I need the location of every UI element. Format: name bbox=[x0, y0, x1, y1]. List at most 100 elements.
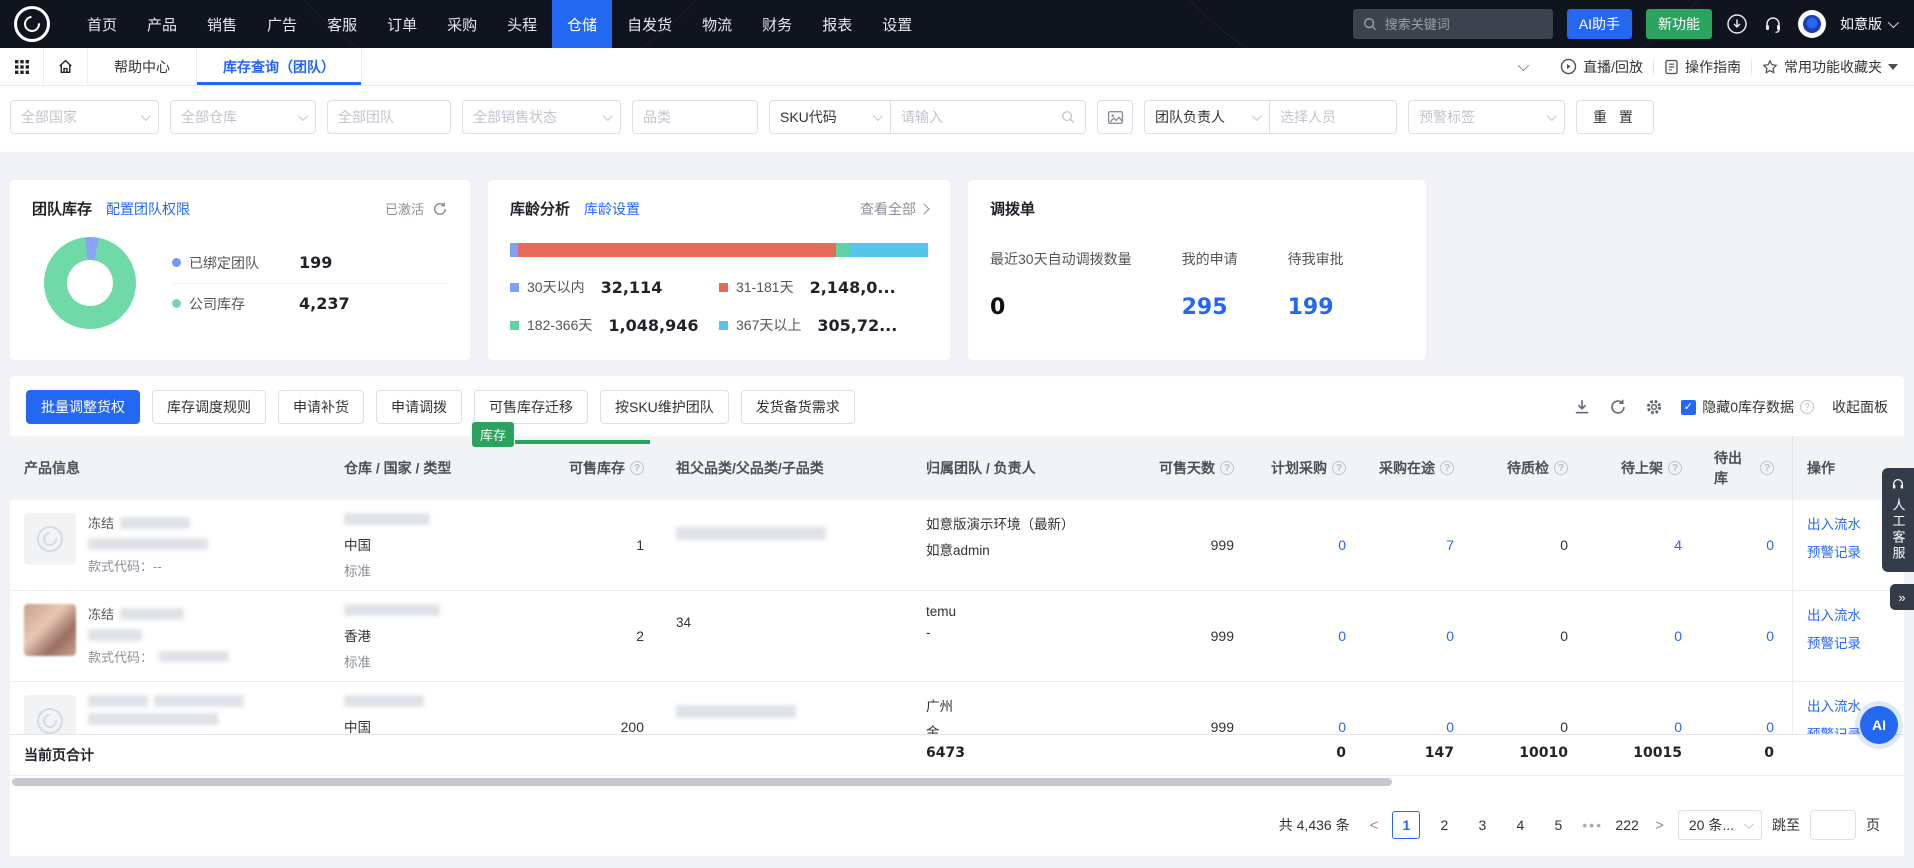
leader-type-select[interactable]: 团队负责人 bbox=[1144, 100, 1270, 134]
request-transfer-button[interactable]: 申请调拨 bbox=[376, 390, 462, 424]
pending-approval-stat[interactable]: 待我审批 199 bbox=[1288, 249, 1344, 320]
page-size-select[interactable]: 20 条... bbox=[1678, 810, 1762, 840]
nav-item-selfship[interactable]: 自发货 bbox=[612, 0, 687, 48]
my-applications-stat[interactable]: 我的申请 295 bbox=[1182, 249, 1238, 320]
stock-dispatch-rules-button[interactable]: 库存调度规则 bbox=[152, 390, 266, 424]
pending-outbound-link[interactable]: 0 bbox=[1700, 682, 1792, 734]
pending-shelve-link[interactable]: 4 bbox=[1586, 500, 1700, 590]
image-search-button[interactable] bbox=[1097, 100, 1133, 134]
ai-floating-button[interactable]: AI bbox=[1860, 706, 1898, 744]
info-icon[interactable] bbox=[1554, 461, 1568, 475]
batch-adjust-ownership-button[interactable]: 批量调整货权 bbox=[26, 390, 140, 424]
stock-age-settings-link[interactable]: 库龄设置 bbox=[584, 199, 640, 219]
human-service-button[interactable]: 人工客服 bbox=[1882, 468, 1914, 572]
in-transit-link[interactable]: 0 bbox=[1364, 682, 1472, 734]
hide-zero-stock-toggle[interactable]: 隐藏0库存数据 bbox=[1681, 397, 1814, 417]
in-transit-link[interactable]: 0 bbox=[1364, 591, 1472, 681]
headset-icon[interactable] bbox=[1762, 13, 1784, 35]
checkbox-checked-icon[interactable] bbox=[1681, 400, 1696, 415]
team-select[interactable]: 全部团队 bbox=[327, 100, 451, 134]
sku-search-input[interactable]: 请输入 bbox=[891, 100, 1086, 134]
nav-item-home[interactable]: 首页 bbox=[72, 0, 132, 48]
pending-shelve-link[interactable]: 0 bbox=[1586, 682, 1700, 734]
planned-purchase-link[interactable]: 0 bbox=[1252, 500, 1364, 590]
page-button[interactable]: 5 bbox=[1544, 811, 1572, 839]
refresh-icon[interactable] bbox=[1609, 398, 1627, 416]
table-row[interactable]: 冻结 款式代码： 香港 标准 2 34 temu - 999 0 0 0 bbox=[10, 591, 1904, 682]
nav-item-products[interactable]: 产品 bbox=[132, 0, 192, 48]
export-icon[interactable] bbox=[1573, 398, 1591, 416]
warning-record-link[interactable]: 预警记录 bbox=[1807, 632, 1894, 652]
live-replay-link[interactable]: 直播/回放 bbox=[1560, 57, 1643, 77]
leader-picker-input[interactable]: 选择人员 bbox=[1270, 100, 1397, 134]
sku-type-select[interactable]: SKU代码 bbox=[769, 100, 891, 134]
nav-item-logistics[interactable]: 物流 bbox=[687, 0, 747, 48]
configure-team-permission-link[interactable]: 配置团队权限 bbox=[106, 199, 190, 219]
request-replenishment-button[interactable]: 申请补货 bbox=[278, 390, 364, 424]
sale-status-select[interactable]: 全部销售状态 bbox=[462, 100, 621, 134]
refresh-icon[interactable] bbox=[432, 201, 448, 217]
warning-tag-select[interactable]: 预警标签 bbox=[1408, 100, 1565, 134]
maintain-team-by-sku-button[interactable]: 按SKU维护团队 bbox=[600, 390, 729, 424]
info-icon[interactable] bbox=[1332, 461, 1346, 475]
operation-guide-link[interactable]: 操作指南 bbox=[1664, 57, 1741, 77]
in-transit-link[interactable]: 7 bbox=[1364, 500, 1472, 590]
nav-item-finance[interactable]: 财务 bbox=[747, 0, 807, 48]
page-button[interactable]: 1 bbox=[1392, 811, 1420, 839]
tab-inventory-query-team[interactable]: 库存查询（团队） bbox=[197, 48, 362, 85]
info-icon[interactable] bbox=[1760, 461, 1774, 475]
pending-outbound-link[interactable]: 0 bbox=[1700, 591, 1792, 681]
home-icon[interactable] bbox=[44, 48, 88, 85]
search-input[interactable] bbox=[1385, 17, 1535, 32]
user-avatar[interactable] bbox=[1798, 10, 1826, 38]
warning-record-link[interactable]: 预警记录 bbox=[1807, 541, 1894, 561]
info-icon[interactable] bbox=[1668, 461, 1682, 475]
category-select[interactable]: 品类 bbox=[632, 100, 758, 134]
pages-ellipsis-icon[interactable]: ••• bbox=[1582, 817, 1603, 833]
page-button[interactable]: 3 bbox=[1468, 811, 1496, 839]
table-row[interactable]: 中国 200 广州 金 999 0 0 0 0 0 出入流水 预警记录 bbox=[10, 682, 1904, 734]
planned-purchase-link[interactable]: 0 bbox=[1252, 682, 1364, 734]
app-logo[interactable] bbox=[0, 0, 72, 48]
stock-flow-link[interactable]: 出入流水 bbox=[1807, 513, 1894, 533]
tab-help-center[interactable]: 帮助中心 bbox=[88, 48, 197, 85]
nav-item-firstleg[interactable]: 头程 bbox=[492, 0, 552, 48]
page-button[interactable]: 2 bbox=[1430, 811, 1458, 839]
info-icon[interactable] bbox=[1440, 461, 1454, 475]
sellable-stock-migration-button[interactable]: 可售库存迁移 bbox=[474, 390, 588, 424]
nav-item-settings[interactable]: 设置 bbox=[867, 0, 927, 48]
prev-page-icon[interactable]: < bbox=[1366, 817, 1383, 834]
reset-button[interactable]: 重 置 bbox=[1576, 100, 1654, 134]
gear-icon[interactable] bbox=[1645, 398, 1663, 416]
new-feature-button[interactable]: 新功能 bbox=[1646, 9, 1712, 39]
collapse-panel-link[interactable]: 收起面板 bbox=[1832, 397, 1888, 417]
favorites-link[interactable]: 常用功能收藏夹 bbox=[1762, 57, 1898, 77]
info-icon[interactable] bbox=[1220, 461, 1234, 475]
ai-assistant-button[interactable]: AI助手 bbox=[1567, 9, 1632, 39]
jump-page-input[interactable] bbox=[1810, 810, 1856, 840]
nav-item-warehouse[interactable]: 仓储 bbox=[552, 0, 612, 48]
page-button[interactable]: 4 bbox=[1506, 811, 1534, 839]
page-button[interactable]: 222 bbox=[1613, 811, 1641, 839]
nav-item-sales[interactable]: 销售 bbox=[192, 0, 252, 48]
collapse-service-button[interactable]: » bbox=[1890, 584, 1914, 610]
download-circle-icon[interactable] bbox=[1726, 13, 1748, 35]
planned-purchase-link[interactable]: 0 bbox=[1252, 591, 1364, 681]
info-icon[interactable] bbox=[630, 461, 644, 475]
pending-shelve-link[interactable]: 0 bbox=[1586, 591, 1700, 681]
table-row[interactable]: 冻结 款式代码：-- 中国 标准 1 如意版演示环境（最新） 如意admin 9… bbox=[10, 500, 1904, 591]
country-select[interactable]: 全部国家 bbox=[10, 100, 159, 134]
apps-grid-icon[interactable] bbox=[0, 48, 44, 85]
collapse-tabs-icon[interactable] bbox=[1518, 59, 1529, 70]
stock-flow-link[interactable]: 出入流水 bbox=[1807, 604, 1894, 624]
nav-item-orders[interactable]: 订单 bbox=[372, 0, 432, 48]
shipping-stock-demand-button[interactable]: 发货备货需求 bbox=[741, 390, 855, 424]
edition-dropdown[interactable]: 如意版 bbox=[1840, 14, 1896, 34]
pending-outbound-link[interactable]: 0 bbox=[1700, 500, 1792, 590]
nav-item-reports[interactable]: 报表 bbox=[807, 0, 867, 48]
nav-item-ads[interactable]: 广告 bbox=[252, 0, 312, 48]
next-page-icon[interactable]: > bbox=[1651, 817, 1668, 834]
nav-item-purchase[interactable]: 采购 bbox=[432, 0, 492, 48]
scrollbar-thumb[interactable] bbox=[12, 778, 1392, 786]
horizontal-scrollbar[interactable] bbox=[12, 778, 1902, 788]
